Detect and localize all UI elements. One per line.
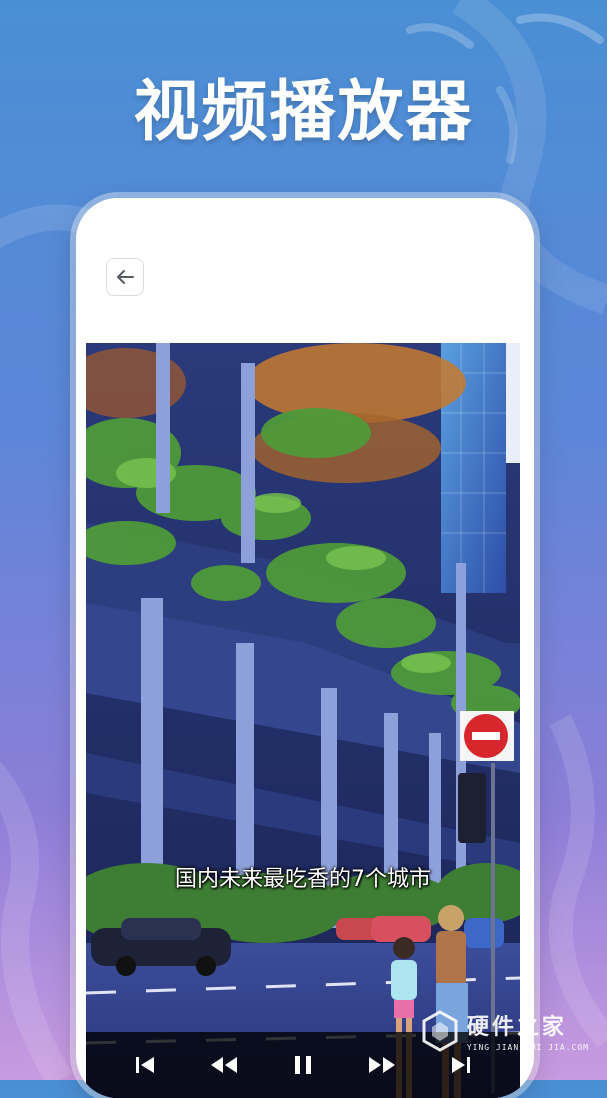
watermark-logo-icon [422,1009,458,1052]
watermark-text: 硬件之家 YING JIAN ZHI JIA.COM [467,1009,589,1052]
pause-icon [294,1056,311,1074]
page-headline: 视频播放器 [133,73,474,150]
video-frame[interactable]: 国内未来最吃香的7个城市 [86,343,520,1098]
back-arrow-icon [117,270,134,284]
phone-mockup: 国内未来最吃香的7个城市 [76,198,534,1098]
fast-forward-icon [368,1057,395,1073]
watermark-title: 硬件之家 [466,1015,567,1040]
pause-button[interactable] [281,1043,325,1087]
back-button[interactable] [106,258,144,296]
skip-next-icon [451,1057,470,1073]
video-subtitle: 国内未来最吃香的7个城市 [175,867,431,892]
rewind-button[interactable] [202,1043,246,1087]
watermark-subtitle: YING JIAN ZHI JIA.COM [466,1043,589,1052]
rewind-icon [211,1057,238,1073]
fast-forward-button[interactable] [360,1043,404,1087]
watermark: 硬件之家 YING JIAN ZHI JIA.COM [421,1009,589,1052]
skip-previous-button[interactable] [123,1043,167,1087]
skip-previous-icon [136,1057,155,1073]
player-header [76,198,534,343]
video-scene-image [86,343,520,1098]
